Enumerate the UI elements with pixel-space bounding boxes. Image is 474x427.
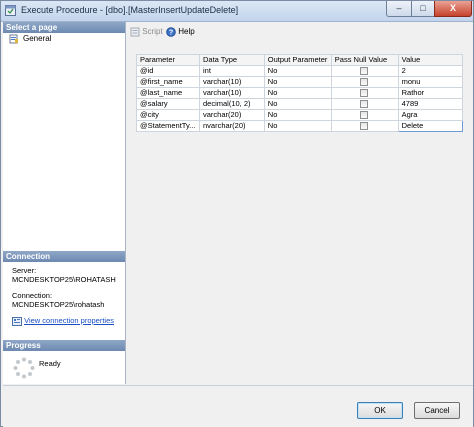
pass-null-checkbox[interactable] xyxy=(359,100,368,109)
svg-text:?: ? xyxy=(169,29,173,36)
progress-header: Progress xyxy=(3,340,125,351)
value-cell[interactable]: 4789 xyxy=(397,98,464,110)
table-row: @first_name varchar(10) No monu xyxy=(136,76,464,88)
connection-value: MCNDESKTOP25\rohatash xyxy=(12,300,105,309)
maximize-icon: □ xyxy=(420,3,426,13)
table-row: @StatementTy... nvarchar(20) No Delete xyxy=(136,120,464,132)
maximize-button[interactable]: □ xyxy=(411,1,435,17)
help-label: Help xyxy=(178,27,195,36)
script-icon xyxy=(130,27,140,37)
value-cell[interactable]: Rathor xyxy=(397,87,464,99)
value-cell[interactable]: 2 xyxy=(397,65,464,77)
help-button[interactable]: ? Help xyxy=(166,26,195,37)
progress-spinner-icon xyxy=(13,357,35,379)
connection-label: Connection: xyxy=(12,291,53,300)
page-item-label: General xyxy=(23,34,52,43)
page-item-general[interactable]: General xyxy=(9,34,119,44)
help-icon: ? xyxy=(166,27,176,37)
left-pane: Select a page General Connection Server:… xyxy=(3,22,126,384)
value-cell[interactable]: Agra xyxy=(397,109,464,121)
script-button[interactable]: Script ▼ xyxy=(130,26,171,39)
title-bar[interactable]: Execute Procedure - [dbo].[MasterInsertU… xyxy=(1,1,473,22)
minimize-icon: – xyxy=(396,3,402,13)
output-cell: No xyxy=(263,98,332,110)
output-cell: No xyxy=(263,109,332,121)
progress-status: Ready xyxy=(39,359,61,368)
col-header-parameter: Parameter xyxy=(136,54,200,66)
output-cell: No xyxy=(263,87,332,99)
grid-header-row: Parameter Data Type Output Parameter Pas… xyxy=(136,54,464,66)
parameter-cell: @last_name xyxy=(136,87,200,99)
view-connection-link[interactable]: View connection properties xyxy=(24,316,114,325)
pass-null-checkbox[interactable] xyxy=(359,67,368,76)
col-header-data-type: Data Type xyxy=(198,54,265,66)
ok-button[interactable]: OK xyxy=(357,402,403,419)
pass-null-cell xyxy=(330,65,399,77)
pass-null-cell xyxy=(330,109,399,121)
dialog-footer: OK Cancel xyxy=(3,385,473,427)
minimize-button[interactable]: – xyxy=(386,1,412,17)
parameter-cell: @salary xyxy=(136,98,200,110)
data-type-cell: varchar(10) xyxy=(198,76,265,88)
data-type-cell: int xyxy=(198,65,265,77)
output-cell: No xyxy=(263,65,332,77)
output-cell: No xyxy=(263,120,332,132)
pass-null-checkbox[interactable] xyxy=(359,78,368,87)
data-type-cell: decimal(10, 2) xyxy=(198,98,265,110)
col-header-pass-null-value: Pass Null Value xyxy=(330,54,399,66)
table-row: @city varchar(20) No Agra xyxy=(136,109,464,121)
col-header-value: Value xyxy=(397,54,464,66)
select-page-header: Select a page xyxy=(3,22,125,33)
parameter-cell: @first_name xyxy=(136,76,200,88)
execute-procedure-icon xyxy=(5,5,16,16)
pass-null-cell xyxy=(330,76,399,88)
pass-null-checkbox[interactable] xyxy=(359,122,368,131)
col-header-output-parameter: Output Parameter xyxy=(263,54,332,66)
connection-header: Connection xyxy=(3,251,125,262)
window-title: Execute Procedure - [dbo].[MasterInsertU… xyxy=(21,5,239,15)
pass-null-cell xyxy=(330,87,399,99)
close-button[interactable]: X xyxy=(434,1,472,17)
execute-procedure-window: Execute Procedure - [dbo].[MasterInsertU… xyxy=(0,0,474,427)
data-type-cell: nvarchar(20) xyxy=(198,120,265,132)
table-row: @salary decimal(10, 2) No 4789 xyxy=(136,98,464,110)
pass-null-checkbox[interactable] xyxy=(359,111,368,120)
view-connection-properties[interactable]: View connection properties xyxy=(12,316,114,326)
script-label: Script xyxy=(142,27,163,36)
table-row: @last_name varchar(10) No Rathor xyxy=(136,87,464,99)
output-cell: No xyxy=(263,76,332,88)
pass-null-checkbox[interactable] xyxy=(359,89,368,98)
parameter-cell: @id xyxy=(136,65,200,77)
parameters-grid: Parameter Data Type Output Parameter Pas… xyxy=(136,54,464,132)
server-label: Server: xyxy=(12,266,37,275)
value-cell[interactable]: Delete xyxy=(397,120,464,132)
cancel-button[interactable]: Cancel xyxy=(414,402,460,419)
parameter-cell: @StatementTy... xyxy=(136,120,200,132)
data-type-cell: varchar(20) xyxy=(198,109,265,121)
server-value: MCNDESKTOP25\ROHATASH xyxy=(12,275,116,284)
parameter-cell: @city xyxy=(136,109,200,121)
general-page-icon xyxy=(9,34,18,44)
value-cell[interactable]: monu xyxy=(397,76,464,88)
data-type-cell: varchar(10) xyxy=(198,87,265,99)
close-icon: X xyxy=(449,3,456,13)
pass-null-cell xyxy=(330,98,399,110)
connection-properties-icon xyxy=(12,316,22,326)
table-row: @id int No 2 xyxy=(136,65,464,77)
toolbar: Script ▼ ? Help xyxy=(128,22,473,42)
pass-null-cell xyxy=(330,120,399,132)
